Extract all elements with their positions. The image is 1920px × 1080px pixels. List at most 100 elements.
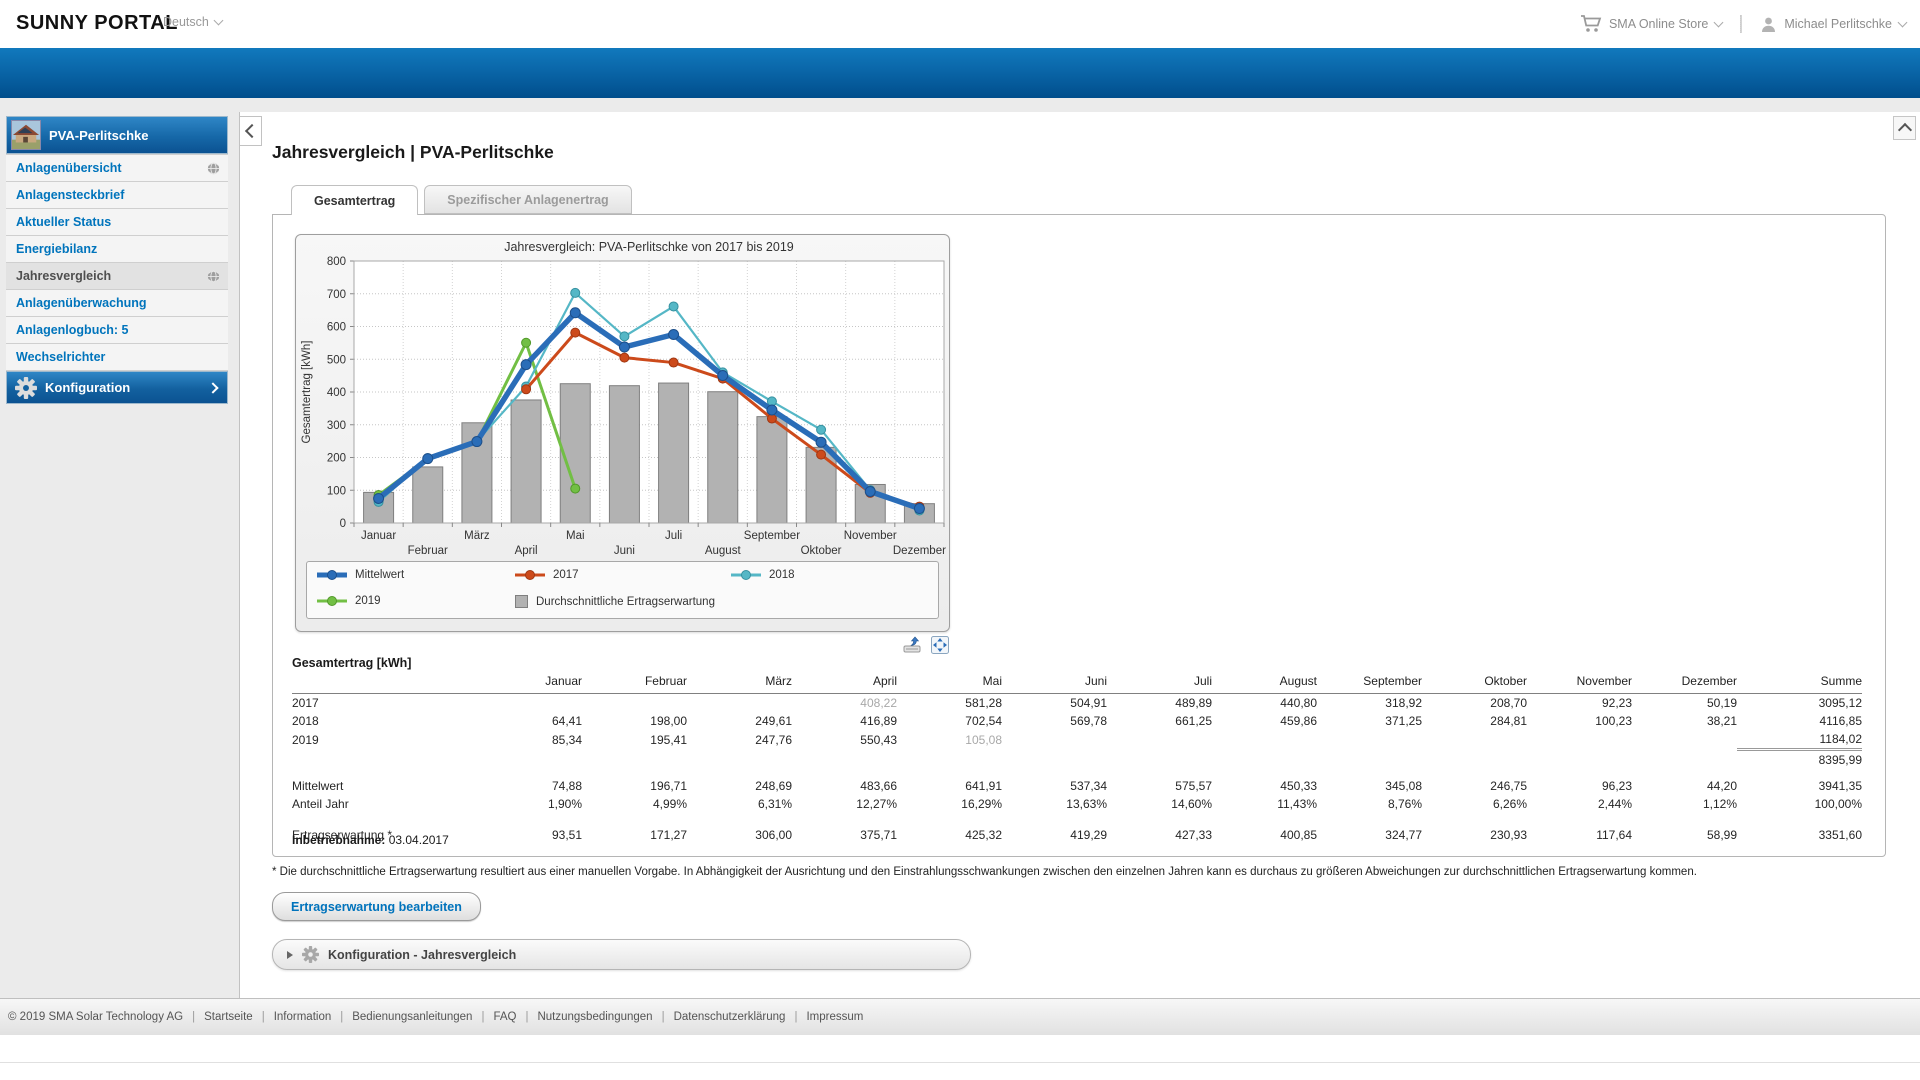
legend-line-swatch xyxy=(317,569,347,581)
footer-separator: | xyxy=(340,1011,343,1023)
svg-text:200: 200 xyxy=(327,453,346,465)
footer-separator: | xyxy=(525,1011,528,1023)
svg-text:Januar: Januar xyxy=(361,530,396,542)
footer-separator: | xyxy=(262,1011,265,1023)
chevron-down-icon xyxy=(213,16,223,26)
store-label: SMA Online Store xyxy=(1609,17,1708,31)
language-label: Deutsch xyxy=(163,15,209,29)
svg-text:600: 600 xyxy=(327,322,346,334)
legend-line-swatch xyxy=(731,569,761,581)
footer-link-impressum[interactable]: Impressum xyxy=(806,1011,863,1023)
svg-text:Juli: Juli xyxy=(665,530,682,542)
footer-link-faq[interactable]: FAQ xyxy=(493,1011,516,1023)
sidebar-item-label: Aktueller Status xyxy=(16,215,220,229)
chevron-up-icon xyxy=(1897,123,1911,137)
edit-expectation-button[interactable]: Ertragserwartung bearbeiten xyxy=(272,892,481,921)
footer-link-nutzungsbedingungen[interactable]: Nutzungsbedingungen xyxy=(537,1011,652,1023)
legend-label: Durchschnittliche Ertragserwartung xyxy=(536,596,715,608)
legend-label: 2019 xyxy=(355,595,381,607)
gear-icon xyxy=(302,946,319,963)
column-header: Juni xyxy=(1002,672,1107,694)
column-header: Mai xyxy=(897,672,1002,694)
tab-content-panel: 0100200300400500600700800JanuarFebruarMä… xyxy=(272,214,1886,857)
column-header: Januar xyxy=(477,672,582,694)
legend-label: 2017 xyxy=(553,569,579,581)
footer-copyright: © 2019 SMA Solar Technology AG xyxy=(8,1011,183,1023)
legend-label: Mittelwert xyxy=(355,569,404,581)
below-footer-space xyxy=(0,1035,1920,1080)
sidebar-items: Anlagenübersicht Anlagensteckbrief Aktuell… xyxy=(6,154,228,371)
sidebar-config-label: Konfiguration xyxy=(45,380,201,395)
column-header: Oktober xyxy=(1422,672,1527,694)
tab-gesamtertrag[interactable]: Gesamtertrag xyxy=(291,185,418,215)
plant-name: PVA-Perlitschke xyxy=(49,128,148,143)
chevron-down-icon xyxy=(1714,18,1724,28)
svg-text:400: 400 xyxy=(327,387,346,399)
sidebar-item-aktueller-status[interactable]: Aktueller Status xyxy=(6,209,228,236)
globe-icon xyxy=(207,162,220,175)
gear-icon xyxy=(15,377,37,399)
svg-text:Juni: Juni xyxy=(614,545,635,557)
footer-link-information[interactable]: Information xyxy=(274,1011,332,1023)
column-header: Summe xyxy=(1737,672,1862,694)
sidebar-item-energiebilanz[interactable]: Energiebilanz xyxy=(6,236,228,263)
svg-text:Dezember: Dezember xyxy=(893,545,946,557)
blue-header-band xyxy=(0,48,1920,98)
table-row: Mittelwert74,88196,71248,69483,66641,915… xyxy=(292,777,1862,795)
footer-separator: | xyxy=(481,1011,484,1023)
sidebar-item-label: Anlagensteckbrief xyxy=(16,188,220,202)
footer-separator: | xyxy=(662,1011,665,1023)
column-header: September xyxy=(1317,672,1422,694)
tab-spezifischer-anlagenertrag[interactable]: Spezifischer Anlagenertrag xyxy=(424,185,631,214)
column-header: Februar xyxy=(582,672,687,694)
svg-text:0: 0 xyxy=(340,518,346,530)
legend-item-durchschnittliche-ertragserwartung: Durchschnittliche Ertragserwartung xyxy=(515,595,715,608)
sidebar-item-jahresvergleich[interactable]: Jahresvergleich xyxy=(6,263,228,290)
legend-line-swatch xyxy=(515,569,545,581)
download-chart-icon[interactable] xyxy=(902,636,922,654)
sidebar-item-label: Jahresvergleich xyxy=(16,269,207,283)
column-header: August xyxy=(1212,672,1317,694)
sidebar-item-anlagensteckbrief[interactable]: Anlagensteckbrief xyxy=(6,182,228,209)
svg-text:Jahresvergleich: PVA-Perlitsch: Jahresvergleich: PVA-Perlitschke von 201… xyxy=(504,240,794,254)
configuration-accordion[interactable]: Konfiguration - Jahresvergleich xyxy=(272,939,971,970)
sidebar-item-konfiguration[interactable]: Konfiguration xyxy=(6,371,228,404)
svg-text:August: August xyxy=(705,545,742,557)
svg-text:September: September xyxy=(744,530,800,542)
table-row: 201864,41198,00249,61416,89702,54569,786… xyxy=(292,712,1862,730)
edit-expectation-button-label: Ertragserwartung bearbeiten xyxy=(291,900,462,914)
footer-link-startseite[interactable]: Startseite xyxy=(204,1011,253,1023)
table-row: 8395,99 xyxy=(292,750,1862,770)
legend-item-2019: 2019 xyxy=(317,595,381,607)
sidebar-item-anlagen-berwachung[interactable]: Anlagenüberwachung xyxy=(6,290,228,317)
svg-text:500: 500 xyxy=(327,354,346,366)
expand-chart-icon[interactable] xyxy=(930,636,950,654)
cart-icon xyxy=(1580,15,1602,33)
footer-link-bedienungsanleitungen[interactable]: Bedienungsanleitungen xyxy=(352,1011,472,1023)
svg-text:Mai: Mai xyxy=(566,530,585,542)
yearly-yield-table: JanuarFebruarMärzAprilMaiJuniJuliAugustS… xyxy=(292,672,1862,844)
legend-item-2018: 2018 xyxy=(731,569,795,581)
sidebar: PVA-Perlitschke Anlagenübersicht Anlagens… xyxy=(6,116,228,404)
sidebar-plant-header[interactable]: PVA-Perlitschke xyxy=(6,116,228,154)
top-bar: SUNNY PORTAL Deutsch SMA Online Store xyxy=(0,0,1920,48)
table-header-row: JanuarFebruarMärzAprilMaiJuniJuliAugustS… xyxy=(292,672,1862,694)
scroll-to-top-button[interactable] xyxy=(1893,116,1916,140)
sidebar-collapse-button[interactable] xyxy=(240,116,262,146)
sidebar-item-wechselrichter[interactable]: Wechselrichter xyxy=(6,344,228,371)
column-header: April xyxy=(792,672,897,694)
legend-label: 2018 xyxy=(769,569,795,581)
sidebar-item-anlagen-bersicht[interactable]: Anlagenübersicht xyxy=(6,154,228,182)
sunny-portal-logo[interactable]: SUNNY PORTAL xyxy=(16,12,178,35)
plant-photo-thumbnail xyxy=(11,120,41,150)
svg-text:800: 800 xyxy=(327,256,346,268)
sidebar-item-anlagenlogbuch-5[interactable]: Anlagenlogbuch: 5 xyxy=(6,317,228,344)
language-selector[interactable]: Deutsch xyxy=(163,15,222,29)
sma-online-store-link[interactable]: SMA Online Store xyxy=(1580,15,1722,33)
svg-text:700: 700 xyxy=(327,289,346,301)
footer-link-datenschutzerkl-rung[interactable]: Datenschutzerklärung xyxy=(674,1011,786,1023)
svg-text:300: 300 xyxy=(327,420,346,432)
user-menu[interactable]: Michael Perlitschke xyxy=(1760,16,1906,33)
svg-text:April: April xyxy=(515,545,538,557)
bottom-line xyxy=(0,1062,1920,1063)
